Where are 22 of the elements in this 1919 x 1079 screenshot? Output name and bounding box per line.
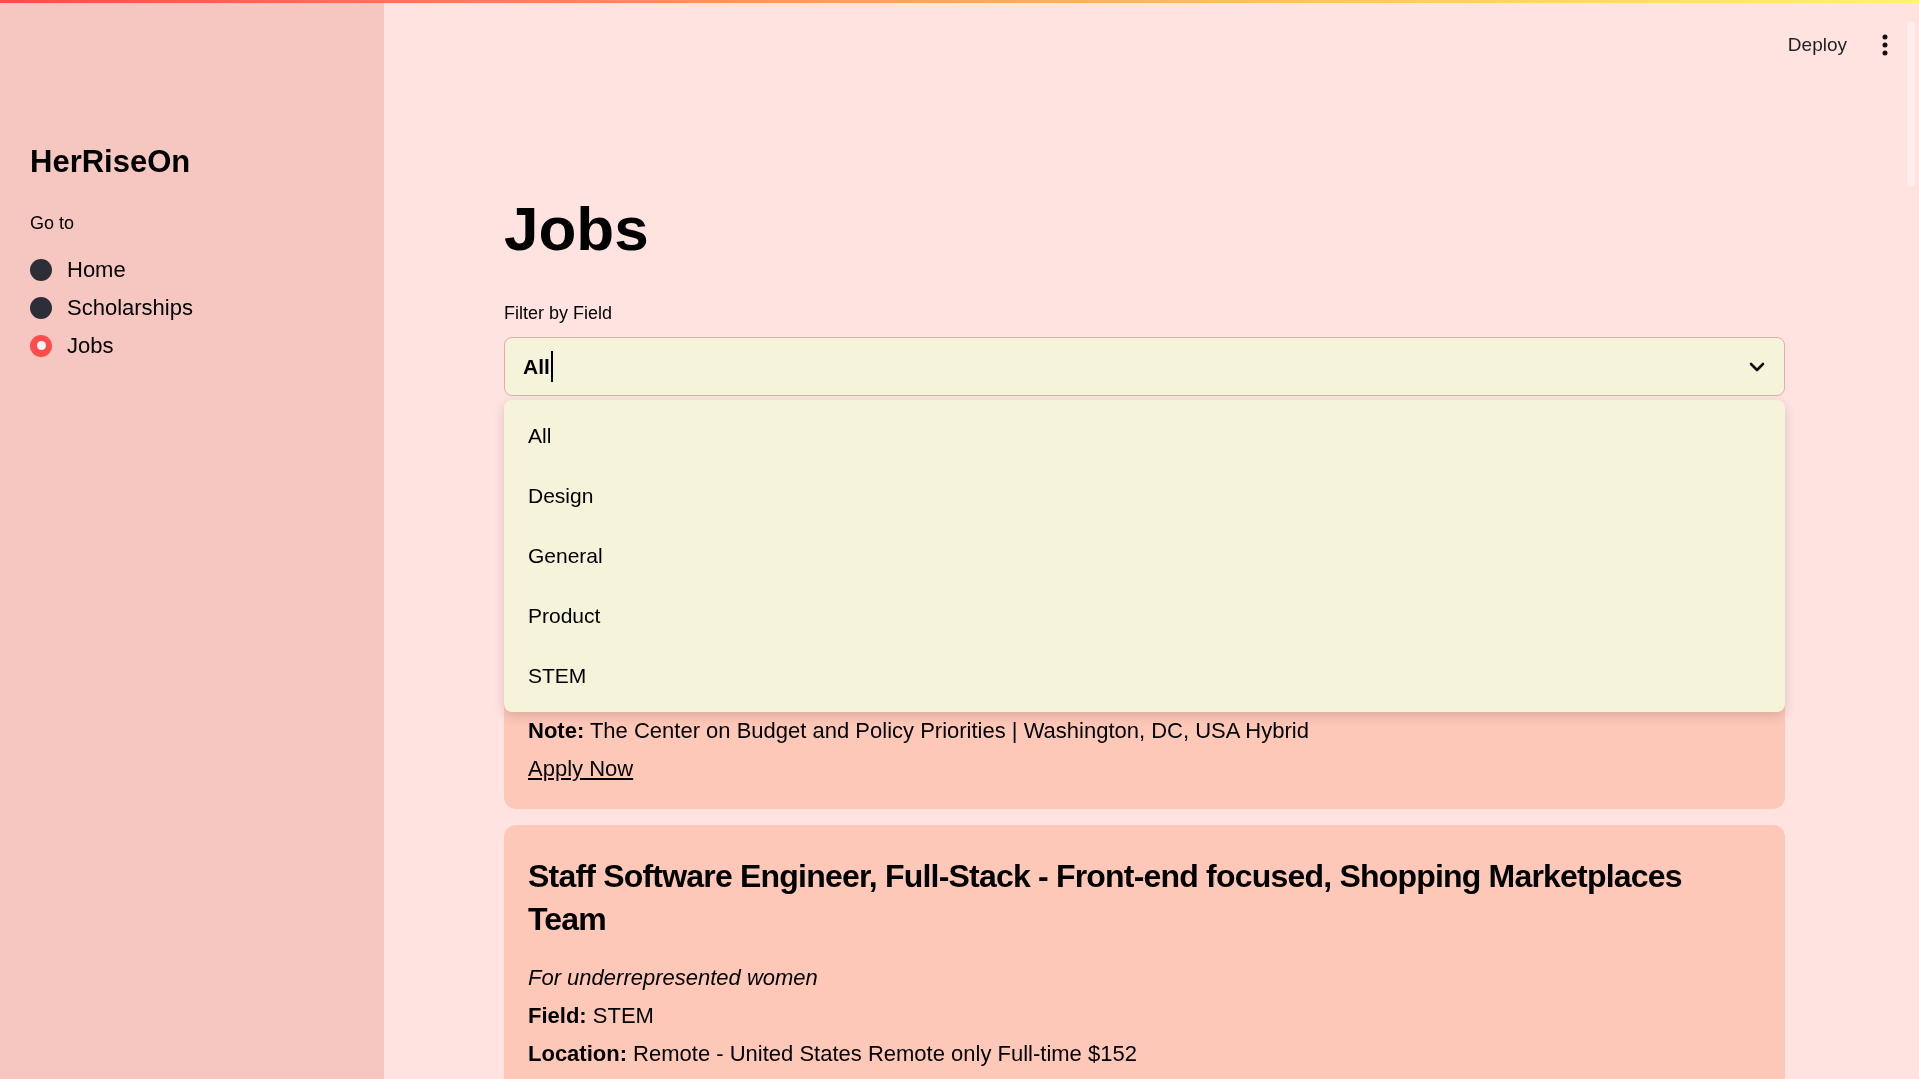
deploy-button[interactable]: Deploy — [1783, 31, 1851, 60]
nav-radio-item[interactable]: Scholarships — [30, 288, 384, 327]
job-detail: Note: The Center on Budget and Policy Priorities | Washington, DC, USA Hybrid — [528, 717, 1310, 745]
dropdown-option[interactable]: Product — [504, 586, 1785, 646]
dropdown-option[interactable]: All — [504, 406, 1785, 466]
page-title: Jobs — [504, 198, 650, 260]
chevron-down-icon — [1748, 360, 1766, 373]
nav-radio-item[interactable]: Home — [30, 250, 384, 289]
dropdown-option[interactable]: Design — [504, 466, 1785, 526]
more-menu-icon[interactable] — [1881, 34, 1889, 57]
app-title: HerRiseOn — [30, 143, 192, 181]
apply-link[interactable]: Apply Now — [528, 752, 634, 785]
job-title: Staff Software Engineer, Full-Stack - Front-end focused, Shopping Marketplaces Team — [528, 857, 1683, 939]
job-subtitle: For underrepresented women — [528, 964, 819, 992]
dropdown-option[interactable]: STEM — [504, 646, 1785, 706]
filter-label: Filter by Field — [504, 302, 614, 325]
job-detail: Field: STEM — [528, 1002, 655, 1030]
nav-label: Go to — [30, 211, 76, 235]
dropdown-option[interactable]: General — [504, 526, 1785, 586]
filter-select[interactable]: All — [504, 337, 1785, 396]
job-detail: Location: Remote - United States Remote only Full-time $152 — [528, 1040, 1138, 1068]
nav-radio-item[interactable]: Jobs — [30, 326, 384, 365]
